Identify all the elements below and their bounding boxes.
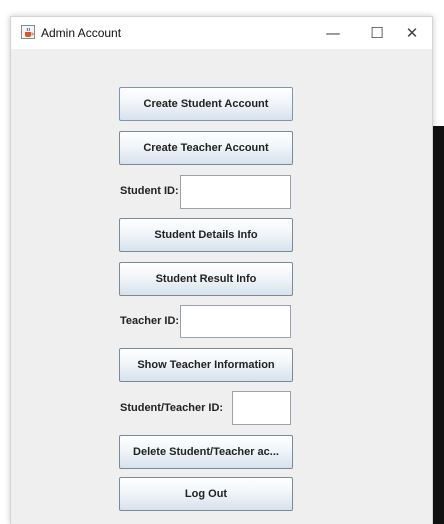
- minimize-icon: —: [325, 24, 341, 42]
- student-details-info-button[interactable]: Student Details Info: [119, 218, 293, 252]
- minimize-button[interactable]: —: [311, 17, 355, 49]
- window-title: Admin Account: [41, 26, 122, 40]
- show-teacher-information-button[interactable]: Show Teacher Information: [119, 348, 293, 382]
- student-teacher-id-input[interactable]: [232, 391, 291, 425]
- teacher-id-input[interactable]: [180, 305, 291, 338]
- close-button[interactable]: ✕: [390, 17, 434, 49]
- maximize-icon: ☐: [370, 24, 384, 42]
- close-icon: ✕: [405, 24, 419, 42]
- student-id-input[interactable]: [180, 175, 291, 209]
- title-bar[interactable]: Admin Account — ☐ ✕: [11, 17, 432, 49]
- teacher-id-label: Teacher ID:: [120, 315, 180, 327]
- java-coffee-icon: [21, 25, 35, 39]
- student-teacher-id-label: Student/Teacher ID:: [120, 402, 224, 414]
- create-teacher-account-button[interactable]: Create Teacher Account: [119, 131, 293, 165]
- log-out-button[interactable]: Log Out: [119, 477, 293, 511]
- background-window-edge: [433, 126, 444, 524]
- student-id-label: Student ID:: [120, 185, 179, 197]
- delete-student-teacher-account-button[interactable]: Delete Student/Teacher ac...: [119, 435, 293, 469]
- create-student-account-button[interactable]: Create Student Account: [119, 87, 293, 121]
- admin-account-window: Admin Account — ☐ ✕ Create Student Accou…: [10, 16, 433, 524]
- student-result-info-button[interactable]: Student Result Info: [119, 262, 293, 296]
